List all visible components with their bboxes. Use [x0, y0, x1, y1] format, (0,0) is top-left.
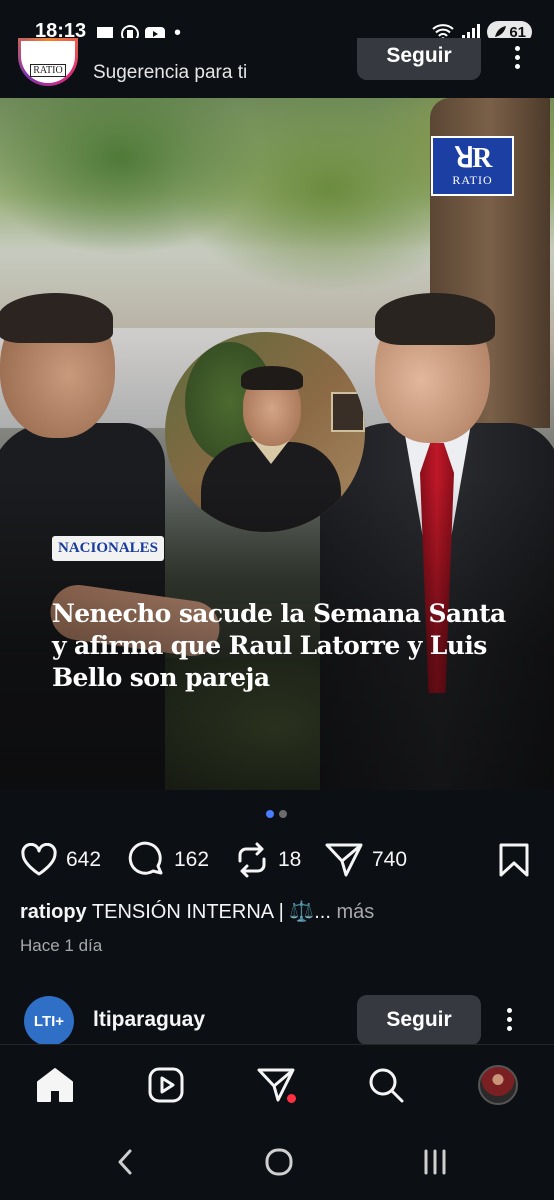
next-post-header: LTI+ ltiparaguay Seguir	[0, 992, 554, 1046]
category-badge: NACIONALES	[52, 536, 165, 561]
logo-text: RATIO	[452, 172, 493, 187]
home-circle-icon[interactable]	[264, 1147, 294, 1177]
ratio-logo: ꓤR RATIO	[431, 136, 514, 196]
carousel-indicator	[266, 810, 287, 818]
nav-reels[interactable]	[144, 1063, 188, 1107]
comment-action[interactable]: 162	[128, 840, 209, 880]
post-actions: 642 162 18 740	[20, 840, 534, 880]
next-post-username[interactable]: ltiparaguay	[93, 1008, 205, 1032]
logo-mark: ꓤR	[454, 142, 493, 174]
more-options-icon[interactable]	[507, 46, 527, 76]
ltiparaguay-avatar[interactable]: LTI+	[24, 996, 74, 1046]
bookmark-icon[interactable]	[498, 842, 530, 878]
caption-text: TENSIÓN INTERNA | ⚖️...	[91, 901, 331, 923]
avatar-logo-text: RATIO	[30, 64, 66, 77]
image-headline: Nenecho sacude la Semana Santa y afirma …	[52, 599, 506, 692]
carousel-dot	[279, 810, 287, 818]
save-action[interactable]	[498, 840, 530, 880]
system-back[interactable]	[105, 1144, 145, 1180]
share-icon[interactable]	[324, 841, 364, 879]
nav-profile[interactable]	[476, 1063, 520, 1107]
follow-button[interactable]: Seguir	[357, 38, 481, 80]
suggestion-label: Sugerencia para ti	[93, 62, 248, 83]
battery-saver-icon	[495, 26, 507, 37]
comment-count: 162	[174, 848, 210, 871]
post-caption[interactable]: ratiopy TENSIÓN INTERNA | ⚖️... más	[20, 899, 374, 924]
nav-search[interactable]	[364, 1063, 408, 1107]
like-count: 642	[66, 848, 102, 871]
nav-home[interactable]	[33, 1063, 77, 1107]
share-action[interactable]: 740	[324, 840, 407, 880]
follow-button-next[interactable]: Seguir	[357, 995, 481, 1045]
comment-icon[interactable]	[128, 841, 166, 879]
repost-count: 18	[278, 848, 302, 871]
caption-username[interactable]: ratiopy	[20, 901, 87, 923]
nav-messages[interactable]	[254, 1063, 298, 1107]
back-icon[interactable]	[115, 1148, 135, 1176]
post-header: RATIO Sugerencia para ti Seguir	[0, 38, 554, 98]
system-recents[interactable]	[415, 1144, 455, 1180]
heart-icon[interactable]	[20, 843, 58, 877]
recents-icon[interactable]	[420, 1148, 450, 1176]
caption-more-link[interactable]: más	[336, 901, 374, 923]
carousel-dot-active	[266, 810, 274, 818]
profile-avatar[interactable]	[478, 1065, 518, 1105]
repost-icon[interactable]	[234, 841, 270, 879]
bottom-navigation	[0, 1044, 554, 1122]
messages-notification-dot	[287, 1094, 296, 1103]
ratio-avatar[interactable]: RATIO	[18, 38, 78, 86]
post-timestamp: Hace 1 día	[20, 936, 103, 955]
post-image[interactable]: ꓤR RATIO NACIONALES Nenecho sacude la Se…	[0, 98, 554, 790]
share-count: 740	[372, 848, 408, 871]
repost-action[interactable]: 18	[234, 840, 301, 880]
home-icon[interactable]	[35, 1066, 75, 1104]
system-home[interactable]	[259, 1144, 299, 1180]
reels-icon[interactable]	[147, 1066, 185, 1104]
like-action[interactable]: 642	[20, 840, 101, 880]
more-options-icon-next[interactable]	[507, 1008, 512, 1031]
search-icon[interactable]	[367, 1066, 405, 1104]
system-navigation	[0, 1122, 554, 1200]
